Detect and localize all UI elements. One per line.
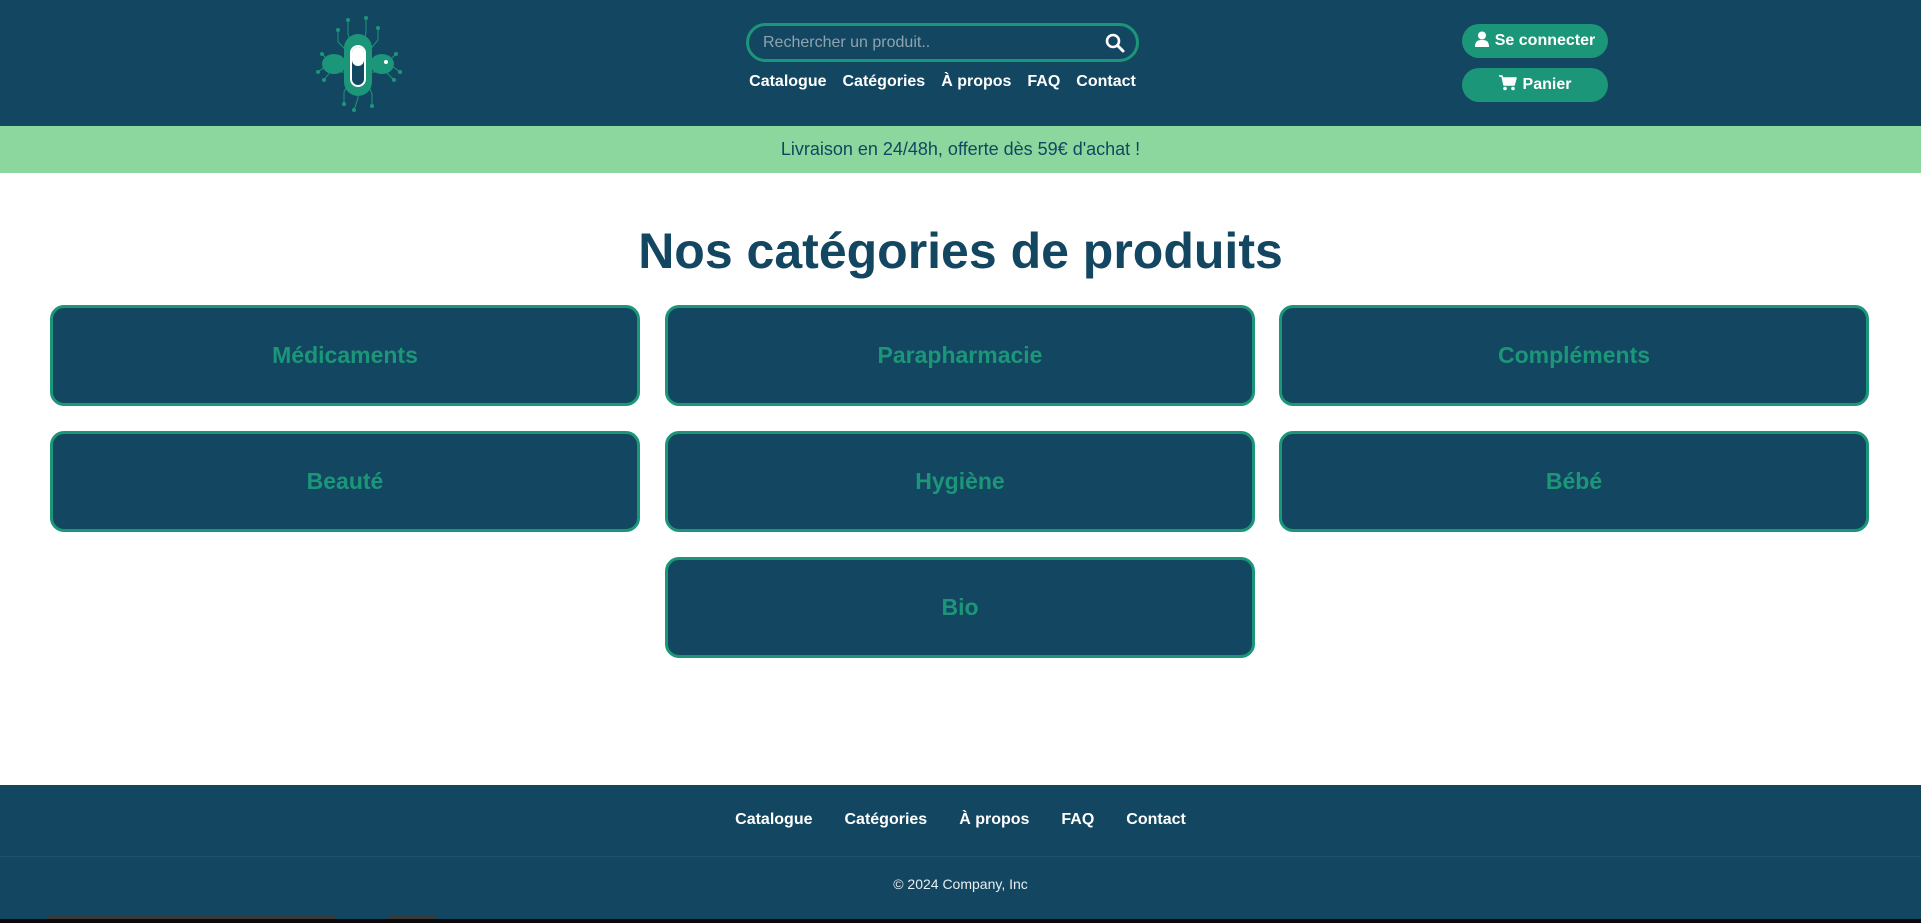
login-button[interactable]: Se connecter bbox=[1462, 24, 1608, 58]
category-label: Compléments bbox=[1497, 342, 1651, 368]
promo-text: Livraison en 24/48h, offerte dès 59€ d'a… bbox=[780, 139, 1141, 159]
nav-faq[interactable]: FAQ bbox=[1027, 73, 1060, 95]
category-label: Bio bbox=[941, 594, 979, 620]
nav-a-propos[interactable]: À propos bbox=[941, 73, 1011, 95]
category-card-parapharmacie[interactable]: Parapharmacie bbox=[665, 305, 1255, 406]
category-label: Médicaments bbox=[272, 342, 418, 368]
copyright-text: © 2024 Company, Inc bbox=[893, 876, 1028, 892]
page-title: Nos catégories de produits bbox=[638, 223, 1283, 279]
search-icon[interactable] bbox=[1104, 32, 1126, 54]
category-label: Parapharmacie bbox=[877, 342, 1043, 368]
category-card-hygiene[interactable]: Hygiène bbox=[665, 431, 1255, 532]
category-card-medicaments[interactable]: Médicaments bbox=[50, 305, 640, 406]
cart-label: Panier bbox=[1522, 76, 1572, 93]
search-input[interactable] bbox=[763, 26, 1093, 59]
footer-nav-categories[interactable]: Catégories bbox=[844, 811, 927, 829]
nav-contact[interactable]: Contact bbox=[1076, 73, 1136, 95]
footer-nav-catalogue[interactable]: Catalogue bbox=[735, 811, 812, 829]
category-card-bio[interactable]: Bio bbox=[665, 557, 1255, 658]
footer-nav: Catalogue Catégories À propos FAQ Contac… bbox=[0, 811, 1921, 829]
login-label: Se connecter bbox=[1494, 32, 1596, 49]
promo-banner: Livraison en 24/48h, offerte dès 59€ d'a… bbox=[0, 126, 1921, 173]
category-label: Beauté bbox=[306, 468, 384, 494]
footer-divider bbox=[0, 856, 1921, 857]
nav-catalogue[interactable]: Catalogue bbox=[749, 73, 826, 95]
user-icon bbox=[1474, 31, 1489, 52]
category-label: Bébé bbox=[1545, 468, 1603, 494]
pill-circuit-logo[interactable] bbox=[308, 12, 408, 114]
category-label: Hygiène bbox=[915, 468, 1005, 494]
category-card-bebe[interactable]: Bébé bbox=[1279, 431, 1869, 532]
window-bottom-edge bbox=[0, 919, 1921, 923]
scrollbar-segment[interactable] bbox=[387, 916, 435, 919]
search-bar bbox=[746, 23, 1139, 62]
nav-categories[interactable]: Catégories bbox=[842, 73, 925, 95]
footer-nav-faq[interactable]: FAQ bbox=[1061, 811, 1094, 829]
cart-button[interactable]: Panier bbox=[1462, 68, 1608, 102]
category-card-complements[interactable]: Compléments bbox=[1279, 305, 1869, 406]
cart-icon bbox=[1498, 74, 1517, 96]
category-card-beaute[interactable]: Beauté bbox=[50, 431, 640, 532]
footer-nav-a-propos[interactable]: À propos bbox=[959, 811, 1029, 829]
site-header: Catalogue Catégories À propos FAQ Contac… bbox=[0, 0, 1921, 126]
footer-nav-contact[interactable]: Contact bbox=[1126, 811, 1186, 829]
site-footer: Catalogue Catégories À propos FAQ Contac… bbox=[0, 785, 1921, 923]
horizontal-scrollbar-thumb[interactable] bbox=[48, 916, 336, 919]
main-nav: Catalogue Catégories À propos FAQ Contac… bbox=[746, 73, 1139, 95]
